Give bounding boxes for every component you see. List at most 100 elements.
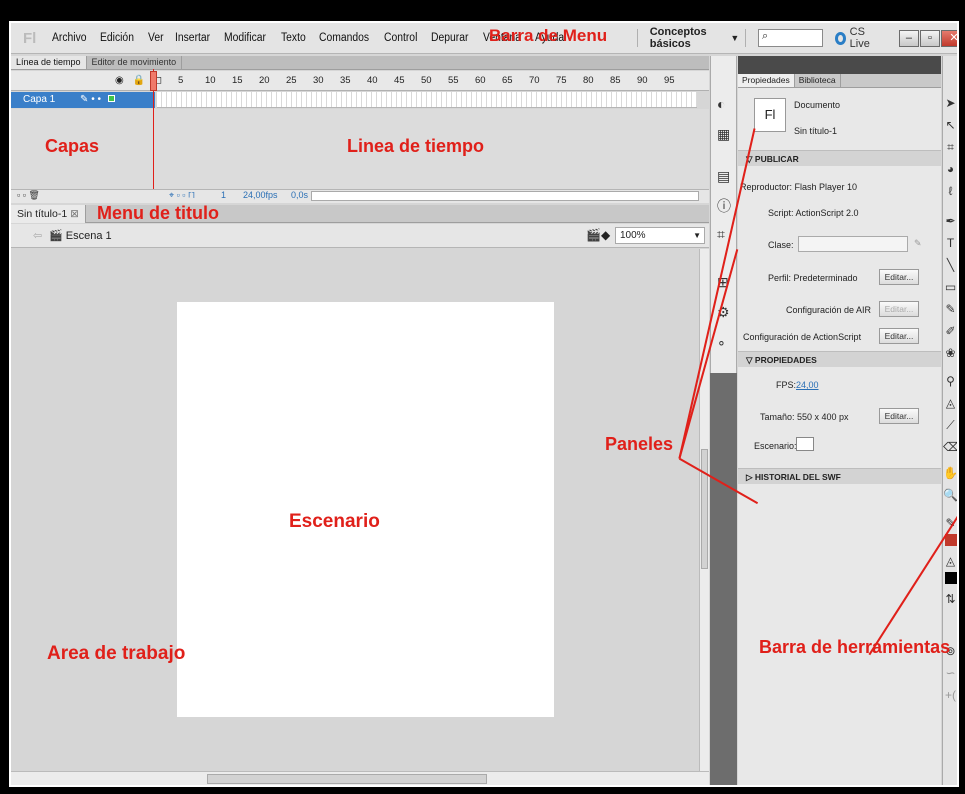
swap-colors-icon[interactable]: ⇅: [943, 592, 957, 606]
menu-comandos[interactable]: Comandos: [319, 32, 369, 44]
edit-profile-button[interactable]: Editar...: [879, 269, 919, 285]
text-tool-icon[interactable]: T: [943, 236, 957, 250]
annotation-menu-titulo: Menu de titulo: [97, 203, 219, 223]
onion-skin-icon[interactable]: ⌖ ▫ ▫ ⌈⌉: [169, 190, 195, 201]
zoom-tool-icon[interactable]: 🔍: [943, 488, 957, 502]
frame-rate[interactable]: 24,00fps: [243, 190, 278, 200]
pencil-icon[interactable]: ✎: [914, 238, 922, 249]
playhead-marker[interactable]: [150, 71, 157, 91]
back-arrow-icon[interactable]: ⇦: [33, 229, 42, 242]
perfil: Perfil: Predeterminado: [768, 273, 858, 283]
zoom-select[interactable]: 100% ▼: [615, 227, 705, 244]
properties-tabs: Propiedades Biblioteca: [738, 74, 941, 88]
section-publicar[interactable]: ▽ PUBLICAR: [738, 150, 941, 166]
menu-archivo[interactable]: Archivo: [52, 32, 87, 44]
ruler-number: 25: [286, 75, 297, 86]
tab-timeline[interactable]: Línea de tiempo: [11, 56, 87, 69]
paint-bucket-icon[interactable]: ◬: [943, 396, 957, 410]
fill-color-icon[interactable]: ◬: [943, 554, 957, 568]
section-historial[interactable]: ▷ HISTORIAL DEL SWF: [738, 468, 941, 484]
timeline-hscroll[interactable]: [311, 191, 699, 201]
horizontal-scrollbar[interactable]: [11, 771, 709, 785]
layer-row[interactable]: Capa 1 ✎ • •: [11, 92, 155, 108]
code-snippets-icon[interactable]: ⊞: [717, 274, 729, 291]
close-button[interactable]: ✕: [940, 29, 957, 47]
tab-biblioteca[interactable]: Biblioteca: [795, 74, 841, 87]
menu-depurar[interactable]: Depurar: [431, 32, 468, 44]
stroke-color-icon[interactable]: ✎: [943, 516, 957, 530]
lasso-icon[interactable]: ℓ: [943, 184, 957, 198]
pen-tool-icon[interactable]: ✒: [943, 214, 957, 228]
ruler-number: 65: [502, 75, 513, 86]
stage[interactable]: [177, 302, 554, 717]
ruler-number: 90: [637, 75, 648, 86]
bone-tool-icon[interactable]: ⚲: [943, 374, 957, 388]
menu-modificar[interactable]: Modificar: [224, 32, 266, 44]
tab-motion-editor[interactable]: Editor de movimiento: [87, 56, 183, 69]
annotation-barra-menu: Barra de Menu: [489, 26, 608, 45]
current-frame: 1: [221, 190, 227, 200]
timeline-ruler: ◉ 🔒 ◻ 5 10 15 20 25 30 35 40 45 50 55 60…: [11, 71, 709, 91]
tab-propiedades[interactable]: Propiedades: [738, 74, 795, 87]
close-icon[interactable]: ⊠: [70, 208, 79, 220]
hand-tool-icon[interactable]: ✋: [943, 466, 957, 480]
eyedropper-icon[interactable]: ⟋: [943, 418, 957, 433]
deco-tool-icon[interactable]: ❀: [943, 346, 957, 360]
menu-insertar[interactable]: Insertar: [175, 32, 210, 44]
line-tool-icon[interactable]: ╲: [943, 258, 957, 272]
rectangle-tool-icon[interactable]: ▭: [943, 280, 957, 294]
menu-edicion[interactable]: Edición: [100, 32, 134, 44]
chevron-down-icon[interactable]: ▼: [730, 33, 739, 43]
actionscript-settings: Configuración de ActionScript: [743, 332, 862, 342]
edit-symbols-icon[interactable]: ◆: [601, 228, 610, 242]
stroke-color-swatch[interactable]: [945, 534, 957, 546]
free-transform-icon[interactable]: ⌗: [943, 140, 957, 155]
document-tab[interactable]: Sin título-1 ⊠: [11, 205, 86, 223]
workspace-switcher[interactable]: Conceptos básicos: [644, 26, 731, 50]
cs-live-button[interactable]: CS Live: [834, 26, 876, 50]
subselection-tool-icon[interactable]: ↖: [943, 118, 957, 132]
reproductor: Reproductor: Flash Player 10: [740, 182, 858, 192]
align-icon[interactable]: ▤: [717, 168, 730, 185]
layer-visibility-icons[interactable]: ◉ 🔒 ◻: [115, 75, 165, 86]
maximize-button[interactable]: ▫: [919, 29, 940, 47]
edit-scene-icon[interactable]: 🎬: [586, 228, 601, 242]
ruler-number: 85: [610, 75, 621, 86]
scroll-thumb[interactable]: [701, 449, 708, 569]
smooth-icon[interactable]: ∽: [943, 666, 957, 680]
brush-tool-icon[interactable]: ✐: [943, 324, 957, 338]
section-propiedades[interactable]: ▽ PROPIEDADES: [738, 351, 941, 367]
minimize-button[interactable]: –: [898, 29, 919, 47]
search-input[interactable]: ⌕: [757, 29, 823, 47]
pencil-tool-icon[interactable]: ✎: [943, 302, 957, 316]
straighten-icon[interactable]: +(: [943, 688, 957, 702]
annotation-escenario: Escenario: [289, 511, 380, 532]
stage-color-swatch[interactable]: [796, 437, 814, 451]
edit-size-button[interactable]: Editar...: [879, 408, 919, 424]
menu-control[interactable]: Control: [384, 32, 417, 44]
scroll-thumb[interactable]: [207, 774, 487, 784]
scene-name[interactable]: 🎬 Escena 1: [49, 229, 112, 242]
swatches-icon[interactable]: ▦: [717, 126, 730, 143]
menu-ver[interactable]: Ver: [148, 32, 164, 44]
3d-rotation-icon[interactable]: ◕: [943, 162, 957, 176]
eraser-icon[interactable]: ⌫: [943, 440, 957, 454]
components-icon[interactable]: ⚙: [717, 304, 730, 321]
clase-input[interactable]: [798, 236, 908, 252]
vertical-scrollbar[interactable]: [699, 249, 709, 771]
edit-actionscript-button[interactable]: Editar...: [879, 328, 919, 344]
color-icon[interactable]: ◐: [717, 96, 725, 112]
frames-row[interactable]: [157, 92, 697, 108]
menu-texto[interactable]: Texto: [281, 32, 306, 44]
info-icon[interactable]: ⓘ: [717, 196, 731, 216]
edit-air-button[interactable]: Editar...: [879, 301, 919, 317]
new-layer-icon[interactable]: ▫ ▫ 🗑: [17, 190, 40, 201]
search-icon: ⌕: [761, 30, 769, 42]
motion-presets-icon[interactable]: ∘: [717, 334, 726, 351]
fill-color-swatch[interactable]: [945, 572, 957, 584]
section-title: PUBLICAR: [754, 154, 799, 164]
selection-tool-icon[interactable]: ➤: [943, 96, 957, 110]
fps-value[interactable]: 24,00: [796, 380, 819, 390]
document-tabbar: Sin título-1 ⊠ Menu de titulo: [11, 203, 709, 223]
transform-icon[interactable]: ⌗: [717, 226, 725, 243]
